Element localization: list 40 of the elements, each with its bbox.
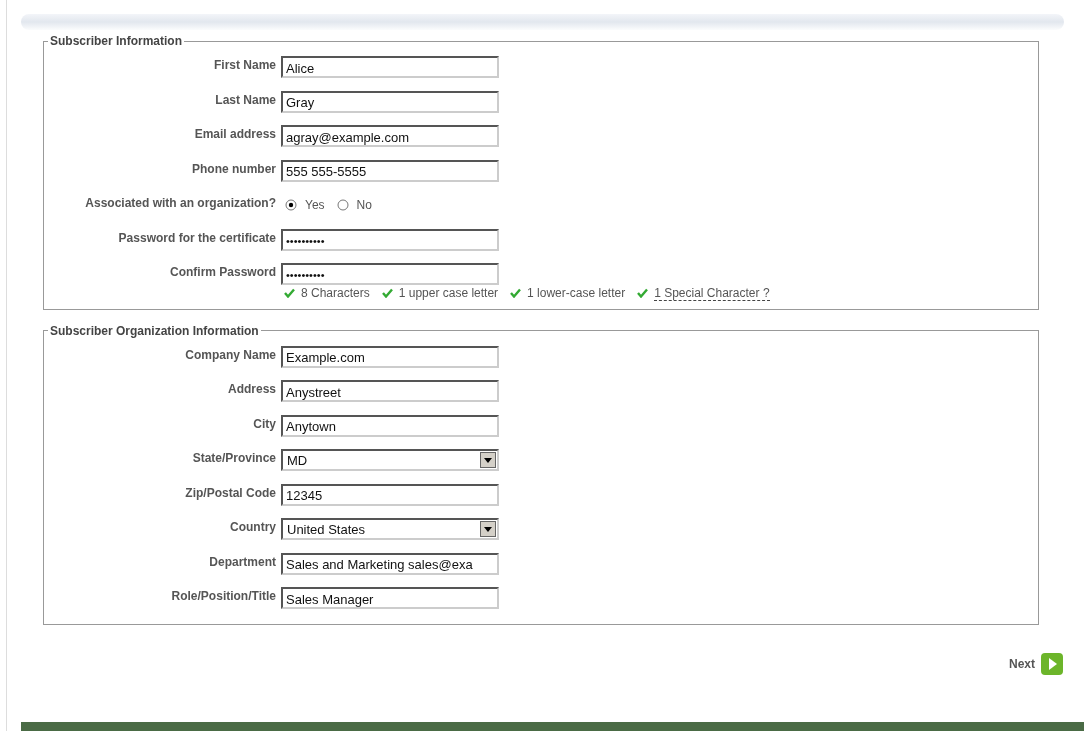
field-label: Country xyxy=(229,520,277,535)
field-label: Address xyxy=(226,382,277,397)
text-field[interactable]: Anytown xyxy=(281,414,499,437)
field-label: Company Name xyxy=(184,347,277,362)
dropdown[interactable]: United States xyxy=(281,518,499,541)
text-field[interactable]: 12345 xyxy=(281,483,499,506)
requirement-text: 1 upper case letter xyxy=(398,286,499,300)
field-label: Zip/Postal Code xyxy=(184,485,277,500)
text-field[interactable]: Gray xyxy=(281,90,499,113)
radio-button[interactable] xyxy=(285,199,297,212)
field-label: Phone number xyxy=(191,161,277,176)
requirement-text: 8 Characters xyxy=(301,286,370,300)
dropdown[interactable]: MD xyxy=(281,449,499,472)
field-label: Email address xyxy=(193,127,277,142)
text-field[interactable]: Anystreet xyxy=(281,380,499,403)
field-label: First Name xyxy=(212,58,277,73)
text-field[interactable]: Alice xyxy=(281,56,499,79)
field-label: Last Name xyxy=(214,92,277,107)
radio-label: Yes xyxy=(305,198,325,213)
field-label: Password for the certificate xyxy=(117,230,277,245)
text-field[interactable]: agray@example.com xyxy=(281,125,499,148)
field-label: Role/Position/Title xyxy=(170,589,277,604)
field-label: Confirm Password xyxy=(168,265,277,280)
text-field[interactable]: Example.com xyxy=(281,345,499,368)
radio-label: No xyxy=(356,198,372,213)
password-field[interactable]: •••••••••• xyxy=(281,228,499,251)
text-field[interactable]: Sales Manager xyxy=(281,587,499,610)
field-label: Department xyxy=(208,554,277,569)
section-title: Subscriber Information xyxy=(49,34,184,48)
radio-button[interactable] xyxy=(336,199,349,212)
field-label: City xyxy=(252,416,277,431)
section-title: Subscriber Organization Information xyxy=(49,323,260,338)
field-label: State/Province xyxy=(191,451,277,466)
text-field[interactable]: 555 555-5555 xyxy=(281,159,499,182)
password-field[interactable]: •••••••••• xyxy=(281,263,499,286)
field-label: Associated with an organization? xyxy=(84,196,277,211)
help-link[interactable]: 1 Special Character ? xyxy=(654,285,770,301)
text-field[interactable]: Sales and Marketing sales@exa xyxy=(281,552,499,575)
requirement-text: 1 lower-case letter xyxy=(527,286,626,300)
next-button[interactable]: Next xyxy=(1009,656,1035,671)
